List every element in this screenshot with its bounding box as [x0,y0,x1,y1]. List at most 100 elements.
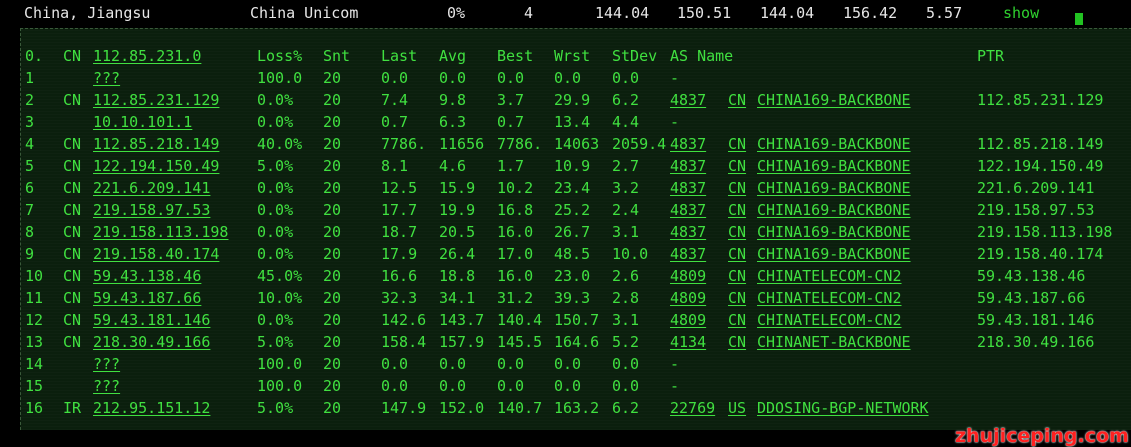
hop-as-cc[interactable]: CN [728,155,746,177]
table-row: 16 IR 212.95.151.12 5.0% 20 147.9 152.0 140.7 16… [21,397,1131,419]
hop-ip[interactable]: ??? [93,353,120,375]
hop-ip[interactable]: ??? [93,67,120,89]
hop-as-name[interactable]: DDOSING-BGP-NETWORK [757,397,929,419]
hop-best: 0.0 [497,69,525,87]
hop-as-cc[interactable]: CN [728,199,746,221]
hop-as-name[interactable]: CHINA169-BACKBONE [757,177,911,199]
hop-hop: 4 [25,135,35,153]
hop-as-cc[interactable]: CN [728,177,746,199]
hop-loss: 40.0% [257,135,303,153]
hop-ip[interactable]: ??? [93,375,120,397]
hop-last: 0.0 [381,69,409,87]
hop-loss: 100.0 [257,377,303,395]
header-ip[interactable]: 112.85.231.0 [93,45,201,67]
hop-asn[interactable]: 4837 [670,177,706,199]
hop-wrst: 48.5 [554,245,591,263]
hop-hop: 12 [25,311,44,329]
hop-stdev: 3.2 [612,179,640,197]
hop-snt: 20 [323,245,342,263]
hop-snt: 20 [323,333,342,351]
hop-as-name[interactable]: CHINA169-BACKBONE [757,199,911,221]
hop-as-name[interactable]: CHINA169-BACKBONE [757,243,911,265]
hop-as-name[interactable]: CHINANET-BACKBONE [757,331,911,353]
hop-last: 12.5 [381,179,418,197]
hop-snt: 20 [323,91,342,109]
hop-as-cc[interactable]: CN [728,133,746,155]
hop-avg: 19.9 [439,201,476,219]
hop-asn: - [670,113,680,131]
hop-snt: 20 [323,113,342,131]
hop-as-cc[interactable]: CN [728,331,746,353]
hop-as-name[interactable]: CHINA169-BACKBONE [757,155,911,177]
hop-avg: 152.0 [439,399,485,417]
hop-as-cc[interactable]: CN [728,221,746,243]
hop-snt: 20 [323,377,342,395]
hop-ip[interactable]: 59.43.187.66 [93,287,201,309]
hop-asn[interactable]: 22769 [670,397,715,419]
hop-ip[interactable]: 221.6.209.141 [93,177,210,199]
hop-ip[interactable]: 59.43.181.146 [93,309,210,331]
hop-ip[interactable]: 219.158.40.174 [93,243,219,265]
hop-cc: CN [63,311,82,329]
hop-ip[interactable]: 218.30.49.166 [93,331,210,353]
hop-loss: 5.0% [257,157,294,175]
hop-as-cc[interactable]: CN [728,287,746,309]
hop-as-cc[interactable]: CN [728,243,746,265]
table-header: 0. CN 112.85.231.0 Loss% Snt Last Avg Be… [21,45,1131,67]
hop-asn[interactable]: 4837 [670,243,706,265]
hop-cc: CN [63,179,82,197]
hop-as-cc[interactable]: CN [728,309,746,331]
hop-as-name[interactable]: CHINA169-BACKBONE [757,89,911,111]
hop-ip[interactable]: 212.95.151.12 [93,397,210,419]
hop-as-name[interactable]: CHINA169-BACKBONE [757,221,911,243]
hop-stdev: 0.0 [612,377,640,395]
hop-asn[interactable]: 4837 [670,89,706,111]
table-row: 12 CN 59.43.181.146 0.0% 20 142.6 143.7 140.4 15… [21,309,1131,331]
hop-ip[interactable]: 112.85.218.149 [93,133,219,155]
hop-avg: 18.8 [439,267,476,285]
hop-asn[interactable]: 4837 [670,133,706,155]
hop-ip[interactable]: 59.43.138.46 [93,265,201,287]
header-snt: Snt [323,47,351,65]
hop-wrst: 150.7 [554,311,600,329]
hop-ip[interactable]: 10.10.101.1 [93,111,192,133]
hop-last: 7.4 [381,91,409,109]
hop-ptr: 221.6.209.141 [977,179,1095,197]
hop-asn[interactable]: 4837 [670,155,706,177]
hop-as-name[interactable]: CHINATELECOM-CN2 [757,265,902,287]
hop-stdev: 3.1 [612,223,640,241]
show-link[interactable]: show [1003,4,1039,22]
hop-as-cc[interactable]: US [728,397,746,419]
table-row: 15??? 100.0 20 0.0 0.0 0.0 0.0 0.0 - [21,375,1131,397]
hop-asn[interactable]: 4809 [670,265,706,287]
hop-wrst: 29.9 [554,91,591,109]
hop-wrst: 0.0 [554,69,582,87]
hop-asn[interactable]: 4837 [670,199,706,221]
hop-snt: 20 [323,223,342,241]
hop-as-name[interactable]: CHINATELECOM-CN2 [757,309,902,331]
hop-snt: 20 [323,135,342,153]
hop-asn[interactable]: 4134 [670,331,706,353]
hop-asn[interactable]: 4809 [670,287,706,309]
hop-wrst: 26.7 [554,223,591,241]
hop-as-name[interactable]: CHINATELECOM-CN2 [757,287,902,309]
hop-as-name[interactable]: CHINA169-BACKBONE [757,133,911,155]
hop-last: 0.0 [381,355,409,373]
hop-stdev: 5.2 [612,333,640,351]
hop-ptr: 59.43.187.66 [977,289,1086,307]
hop-cc: CN [63,267,82,285]
hop-snt: 20 [323,399,342,417]
hop-ip[interactable]: 112.85.231.129 [93,89,219,111]
hop-ip[interactable]: 219.158.97.53 [93,199,210,221]
hop-ip[interactable]: 122.194.150.49 [93,155,219,177]
hop-asn[interactable]: 4809 [670,309,706,331]
hop-snt: 20 [323,311,342,329]
hop-ptr: 59.43.138.46 [977,267,1086,285]
hop-best: 1.7 [497,157,525,175]
hop-avg: 0.0 [439,69,467,87]
hop-as-cc[interactable]: CN [728,265,746,287]
hop-asn[interactable]: 4837 [670,221,706,243]
hop-ip[interactable]: 219.158.113.198 [93,221,228,243]
hop-as-cc[interactable]: CN [728,89,746,111]
hop-ptr: 219.158.113.198 [977,223,1113,241]
